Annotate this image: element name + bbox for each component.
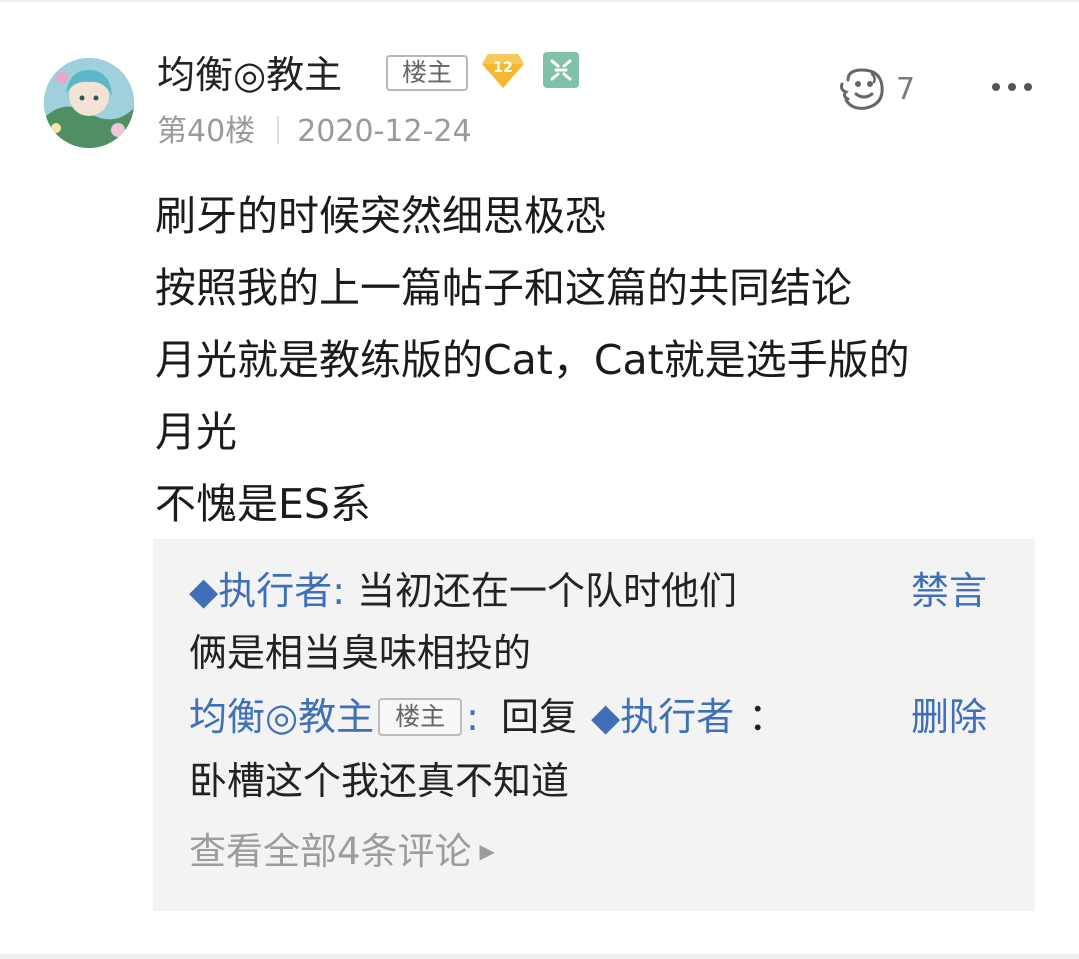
like-icon (838, 66, 888, 112)
post-date: 2020-12-24 (297, 114, 472, 149)
comment-text: 当初还在一个队时他们 (357, 569, 738, 613)
avatar[interactable] (44, 58, 134, 148)
avatar-image (44, 58, 134, 148)
view-all-label: 查看全部4条评论 (189, 830, 472, 873)
comment-author[interactable]: 均衡◎教主 (189, 695, 374, 739)
level-number: 12 (493, 60, 512, 76)
like-count: 7 (896, 72, 916, 107)
comment-text-continued: 俩是相当臭味相投的 (189, 631, 532, 675)
owner-badge: 楼主 (378, 697, 463, 736)
reply-colon: ： (748, 695, 787, 739)
username[interactable]: 均衡◎教主 (157, 52, 342, 98)
bottom-divider (0, 954, 1079, 959)
more-dot (992, 83, 1000, 91)
comment-item: 均衡◎教主 楼主: 回复 ◆执行者 ： (189, 691, 786, 743)
comment-text: 卧槽这个我还真不知道 (189, 759, 570, 803)
comment-item: ◆执行者: 当初还在一个队时他们 (189, 565, 737, 617)
member-icon (543, 52, 579, 88)
top-divider (0, 0, 1079, 2)
more-icon[interactable] (990, 78, 1034, 98)
reply-target[interactable]: ◆执行者 (591, 695, 734, 739)
more-dot (1024, 83, 1032, 91)
chevron-right-icon: ▶ (479, 839, 495, 863)
meta-divider (277, 115, 280, 144)
mute-button[interactable]: 禁言 (911, 565, 987, 617)
floor-number: 第40楼 (157, 114, 256, 149)
post-line: 月光就是教练版的Cat，Cat就是选手版的 (155, 336, 910, 384)
post-content: 刷牙的时候突然细思极恐 按照我的上一篇帖子和这篇的共同结论 月光就是教练版的Ca… (155, 180, 1035, 540)
comment-author[interactable]: ◆执行者: (189, 569, 345, 613)
comment-colon: : (466, 695, 479, 739)
owner-badge: 楼主 (386, 55, 468, 91)
level-badge-icon: 12 (480, 50, 526, 90)
post-line: 不愧是ES系 (155, 480, 371, 528)
post-meta: 第40楼 2020-12-24 (157, 112, 472, 152)
like-button[interactable]: 7 (838, 66, 928, 112)
comment-section: ◆执行者: 当初还在一个队时他们 禁言 俩是相当臭味相投的 均衡◎教主 楼主: 回复 ◆… (153, 539, 1035, 911)
post-line: 月光 (155, 408, 237, 456)
delete-button[interactable]: 删除 (911, 691, 987, 743)
view-all-comments[interactable]: 查看全部4条评论 ▶ (189, 827, 495, 882)
post-line: 按照我的上一篇帖子和这篇的共同结论 (155, 264, 852, 312)
more-dot (1008, 83, 1016, 91)
reply-word: 回复 (500, 695, 577, 739)
post-line: 刷牙的时候突然细思极恐 (155, 192, 606, 240)
